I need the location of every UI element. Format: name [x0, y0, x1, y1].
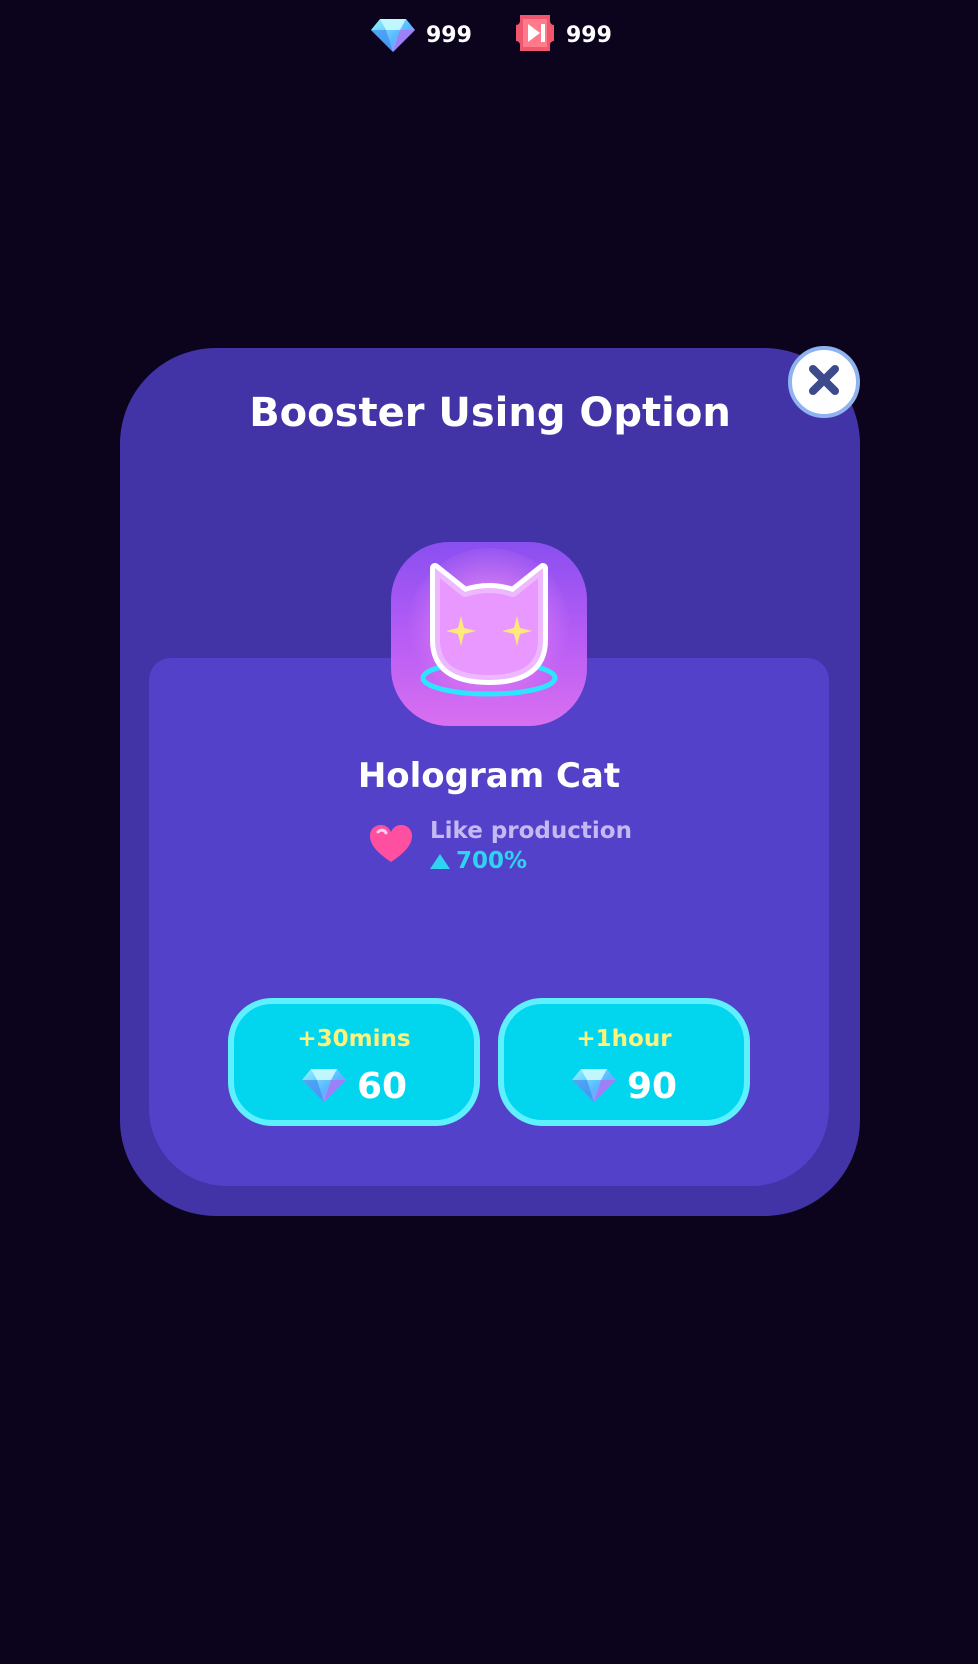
- gem-icon: [571, 1067, 617, 1107]
- gem-count: 999: [426, 22, 472, 48]
- close-icon: [807, 363, 841, 401]
- gem-icon: [370, 17, 416, 53]
- effect-label: Like production: [430, 818, 632, 844]
- option-cost-value: 60: [356, 1066, 408, 1107]
- booster-name: Hologram Cat: [357, 756, 621, 796]
- option-1hour-button[interactable]: +1hour 90: [498, 998, 750, 1126]
- booster-effect: Like production 700%: [368, 816, 632, 876]
- close-button[interactable]: [788, 346, 860, 418]
- option-cost-value: 90: [626, 1066, 678, 1107]
- dialog-title: Booster Using Option: [249, 390, 731, 436]
- effect-value-text: 700%: [456, 848, 528, 874]
- option-duration: +30mins: [297, 1026, 411, 1052]
- option-duration: +1hour: [576, 1026, 672, 1052]
- heart-icon: [368, 824, 414, 868]
- ticket-counter: 999: [514, 14, 612, 56]
- effect-value: 700%: [430, 846, 632, 876]
- skip-ticket-icon: [514, 13, 556, 57]
- gem-icon: [301, 1067, 347, 1107]
- option-cost: 60: [234, 1066, 474, 1107]
- increase-arrow-icon: [430, 853, 450, 869]
- gem-counter: 999: [370, 14, 472, 56]
- option-30mins-button[interactable]: +30mins 60: [228, 998, 480, 1126]
- hologram-cat-icon: [389, 540, 589, 728]
- ticket-count: 999: [566, 22, 612, 48]
- booster-screen: 999 999 Booster Using Option Hologram Ca…: [0, 0, 978, 1664]
- option-cost: 90: [504, 1066, 744, 1107]
